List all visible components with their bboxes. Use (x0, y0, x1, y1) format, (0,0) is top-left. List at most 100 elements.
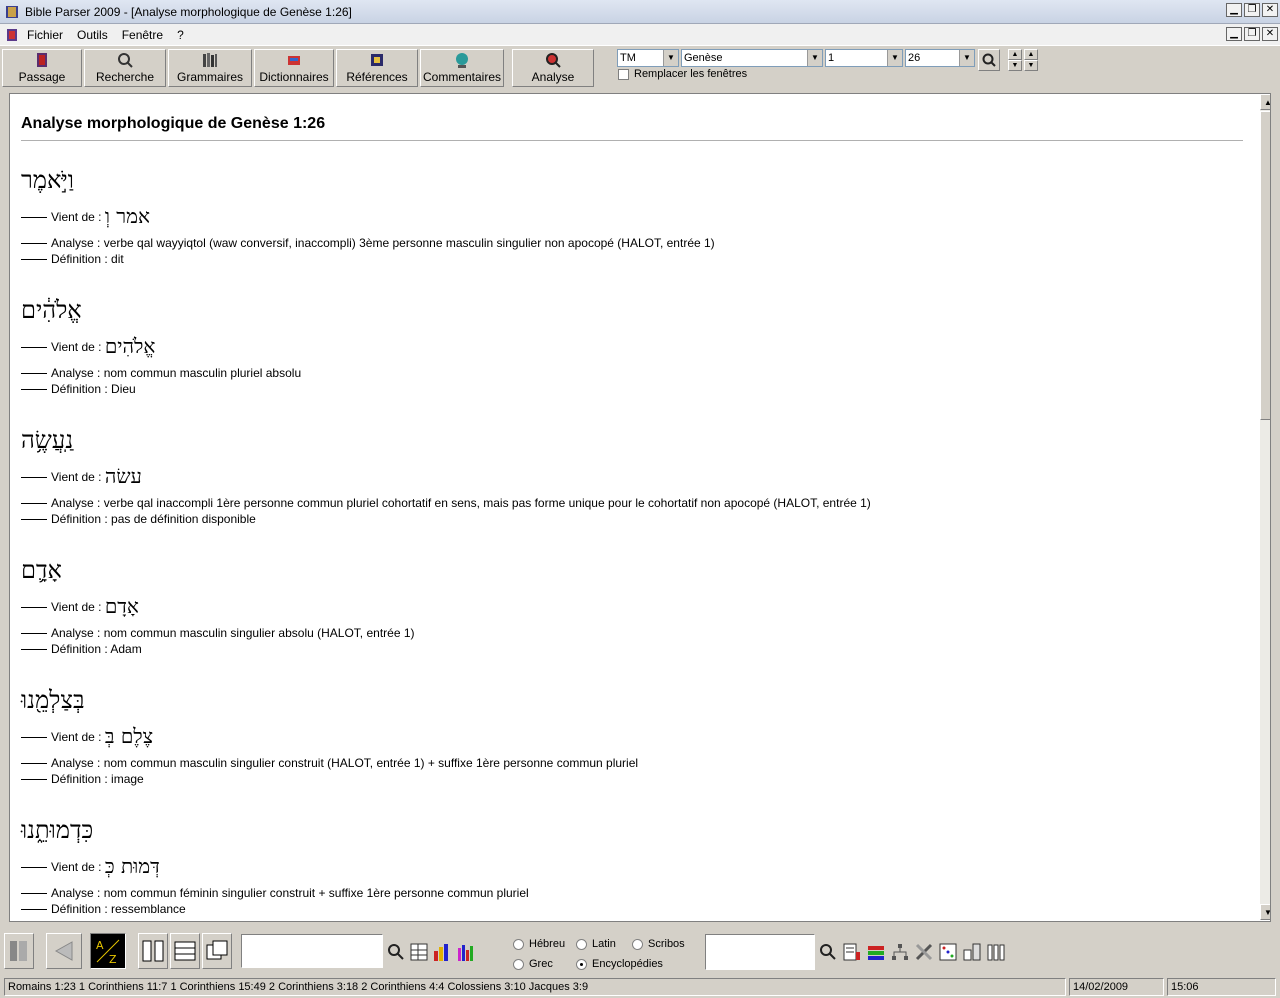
status-date: 14/02/2009 (1069, 978, 1164, 996)
from-label: Vient de : (51, 470, 105, 484)
scroll-down-arrow-icon[interactable]: ▼ (1260, 904, 1270, 920)
radio-encyclopedies-label: Encyclopédies (592, 958, 663, 970)
library-shelf-icon[interactable] (986, 942, 1006, 962)
from-line: Vient de : עשׂה (21, 464, 142, 489)
cascade-windows-icon (206, 940, 228, 960)
analyse-button[interactable]: Analyse (512, 49, 594, 87)
grid-table-icon[interactable] (409, 942, 429, 962)
definition-text: pas de définition disponible (111, 512, 256, 526)
radio-hebreu[interactable]: Hébreu (513, 938, 565, 950)
books-stack-icon[interactable] (866, 942, 886, 962)
menu-fichier[interactable]: Fichier (27, 28, 63, 42)
index-icon[interactable] (962, 942, 982, 962)
radio-grec-label: Grec (529, 958, 553, 970)
verse-select[interactable]: 26 ▼ (905, 49, 975, 67)
bar-chart-icon[interactable] (432, 942, 452, 962)
color-chart-icon[interactable] (456, 942, 476, 962)
recherche-button[interactable]: Recherche (84, 49, 166, 87)
definition-text: dit (111, 252, 124, 266)
title-bar: Bible Parser 2009 - [Analyse morphologiq… (0, 0, 1280, 24)
radio-scribos-label: Scribos (648, 938, 685, 950)
chevron-down-icon[interactable]: ▼ (663, 50, 678, 66)
vertical-scrollbar[interactable]: ▲ ▼ (1260, 94, 1270, 920)
definition-line: Définition : pas de définition disponibl… (21, 512, 256, 526)
rows-view-button[interactable] (170, 933, 200, 969)
from-label: Vient de : (51, 210, 105, 224)
close-button[interactable]: ✕ (1262, 3, 1278, 17)
replace-windows-label: Remplacer les fenêtres (634, 68, 748, 80)
menu-bar: Fichier Outils Fenêtre ? ▁ ❐ ✕ (0, 24, 1280, 45)
analysis-text: verbe qal wayyiqtol (waw conversif, inac… (103, 236, 715, 250)
next-up-arrow-icon[interactable]: ▲ (1024, 49, 1038, 60)
hebrew-word: וַיֹּ֣אמֶר (21, 166, 74, 194)
references-icon (371, 54, 383, 66)
from-line: Vient de : אֱלֹהִים (21, 334, 155, 359)
app-book-icon (6, 5, 18, 18)
chevron-down-icon[interactable]: ▼ (959, 50, 974, 66)
radio-hebreu-label: Hébreu (529, 938, 566, 950)
book-value: Genèse (684, 52, 723, 64)
search-text-input[interactable] (241, 934, 383, 968)
child-close-button[interactable]: ✕ (1262, 27, 1278, 41)
version-select[interactable]: TM ▼ (617, 49, 679, 67)
tools-icon[interactable] (914, 942, 934, 962)
dots-grid-icon[interactable] (938, 942, 958, 962)
commentaires-button[interactable]: Commentaires (420, 49, 504, 87)
back-button[interactable] (46, 933, 82, 969)
lookup-text-input[interactable] (705, 934, 815, 970)
book-select[interactable]: Genèse ▼ (681, 49, 823, 67)
radio-scribos[interactable]: Scribos (632, 938, 685, 950)
passage-button[interactable]: Passage (2, 49, 82, 87)
minimize-button[interactable]: ▁ (1226, 3, 1242, 17)
dictionnaires-label: Dictionnaires (259, 70, 329, 84)
prev-up-arrow-icon[interactable]: ▲ (1008, 49, 1022, 60)
analysis-line: Analyse : nom commun masculin singulier … (21, 756, 638, 770)
definition-label: Définition : (51, 902, 112, 916)
radio-circle[interactable] (632, 938, 643, 950)
analysis-label: Analyse : (51, 756, 104, 770)
grammaires-button[interactable]: Grammaires (168, 49, 252, 87)
status-references: Romains 1:23 1 Corinthiens 11:7 1 Corint… (4, 978, 1066, 996)
dictionnaires-button[interactable]: Dictionnaires (254, 49, 334, 87)
definition-label: Définition : (51, 772, 112, 786)
next-down-arrow-icon[interactable]: ▼ (1024, 60, 1038, 71)
go-search-button[interactable] (978, 49, 1000, 71)
radio-circle[interactable] (576, 938, 587, 950)
columns-view-button[interactable] (138, 933, 168, 969)
radio-grec[interactable]: Grec (513, 958, 553, 970)
radio-circle[interactable] (513, 958, 524, 970)
radio-circle-selected[interactable] (576, 958, 587, 970)
chapter-select[interactable]: 1 ▼ (825, 49, 903, 67)
hebrew-word: אָדָ֛ם (21, 556, 62, 584)
book-list-icon[interactable] (842, 942, 862, 962)
analysis-text: nom commun masculin singulier absolu (HA… (103, 626, 415, 640)
prev-down-arrow-icon[interactable]: ▼ (1008, 60, 1022, 71)
restore-button[interactable]: ❐ (1244, 3, 1260, 17)
replace-windows-checkbox[interactable]: Remplacer les fenêtres (618, 68, 747, 80)
sort-az-button[interactable]: AZ (90, 933, 126, 969)
radio-encyclopedies[interactable]: Encyclopédies (576, 958, 663, 970)
magnifier-icon[interactable] (386, 942, 406, 962)
child-minimize-button[interactable]: ▁ (1226, 27, 1242, 41)
child-restore-button[interactable]: ❐ (1244, 27, 1260, 41)
scroll-thumb[interactable] (1260, 111, 1270, 420)
magnifier-icon[interactable] (818, 942, 838, 962)
radio-latin[interactable]: Latin (576, 938, 616, 950)
checkbox-box[interactable] (618, 68, 629, 80)
toolbar: Passage Recherche Grammaires Dictionnair… (0, 45, 1280, 87)
windows-view-button[interactable] (202, 933, 232, 969)
menu-fenetre[interactable]: Fenêtre (122, 28, 163, 42)
books-panel-button[interactable] (4, 933, 34, 969)
menu-help[interactable]: ? (177, 28, 184, 42)
definition-label: Définition : (51, 642, 111, 656)
menu-outils[interactable]: Outils (77, 28, 108, 42)
scroll-up-arrow-icon[interactable]: ▲ (1260, 94, 1270, 110)
definition-text: Adam (110, 642, 142, 656)
chevron-down-icon[interactable]: ▼ (887, 50, 902, 66)
document-icon[interactable] (5, 28, 19, 42)
references-button[interactable]: Références (336, 49, 418, 87)
radio-circle[interactable] (513, 938, 524, 950)
tree-icon[interactable] (890, 942, 910, 962)
root-word: צֶלֶם בְּ (104, 724, 154, 748)
chevron-down-icon[interactable]: ▼ (807, 50, 822, 66)
